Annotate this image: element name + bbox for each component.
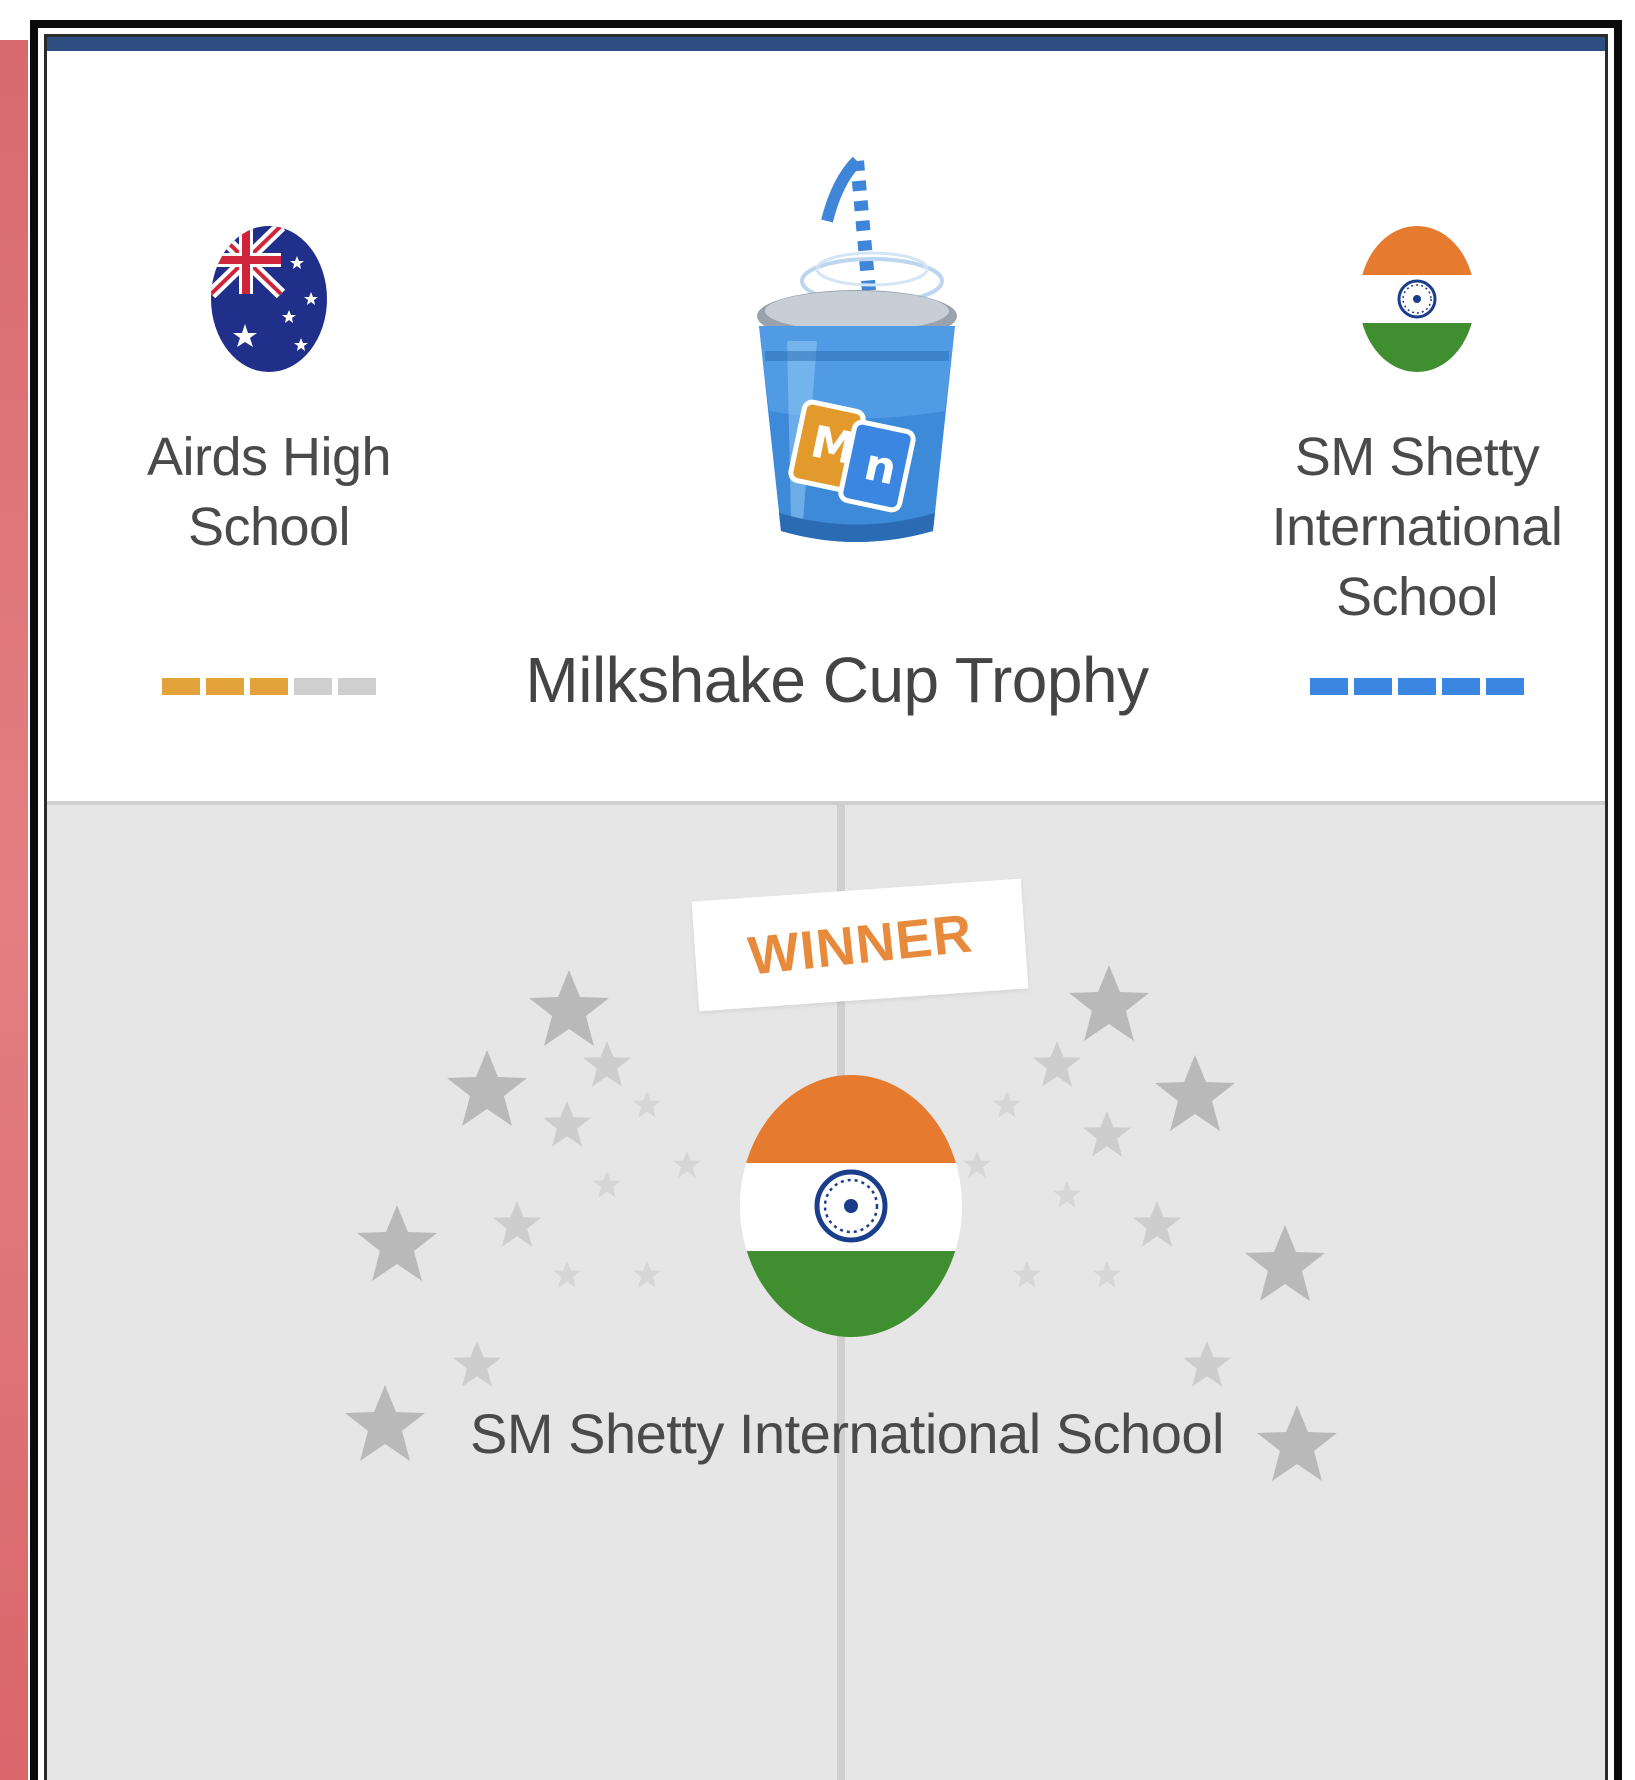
india-flag-icon <box>740 1075 962 1337</box>
rating-segment <box>294 678 332 695</box>
rating-segment <box>1442 678 1480 695</box>
rating-segment <box>1310 678 1348 695</box>
home-team-name: Airds High School <box>146 427 392 557</box>
away-team[interactable]: SM Shetty International School <box>1267 226 1567 695</box>
match-header: Airds High School M n Milkshake Cup Trop… <box>47 51 1605 801</box>
rating-segment <box>162 678 200 695</box>
away-team-name: SM Shetty International School <box>1271 427 1563 627</box>
milkshake-cup-icon: M n <box>707 141 987 571</box>
rating-segment <box>1398 678 1436 695</box>
match-card: Airds High School M n Milkshake Cup Trop… <box>44 34 1608 1780</box>
trophy-title: Milkshake Cup Trophy <box>525 644 1149 716</box>
home-team[interactable]: Airds High School <box>139 226 399 695</box>
left-decor-strip <box>0 40 28 1780</box>
match-card-frame: Airds High School M n Milkshake Cup Trop… <box>30 20 1622 1780</box>
winner-banner: WINNER <box>691 878 1029 1012</box>
australia-flag-icon <box>211 226 327 372</box>
winner-label: WINNER <box>744 903 976 987</box>
home-team-rating <box>139 678 399 695</box>
rating-segment <box>250 678 288 695</box>
away-team-rating <box>1267 678 1567 695</box>
rating-segment <box>1354 678 1392 695</box>
rating-segment <box>338 678 376 695</box>
winner-team-name: SM Shetty International School <box>470 1402 1224 1465</box>
result-panel: WINNER SM Shetty International School <box>47 801 1605 1780</box>
rating-segment <box>1486 678 1524 695</box>
rating-segment <box>206 678 244 695</box>
india-flag-icon <box>1359 226 1475 372</box>
card-accent-bar <box>47 37 1605 51</box>
